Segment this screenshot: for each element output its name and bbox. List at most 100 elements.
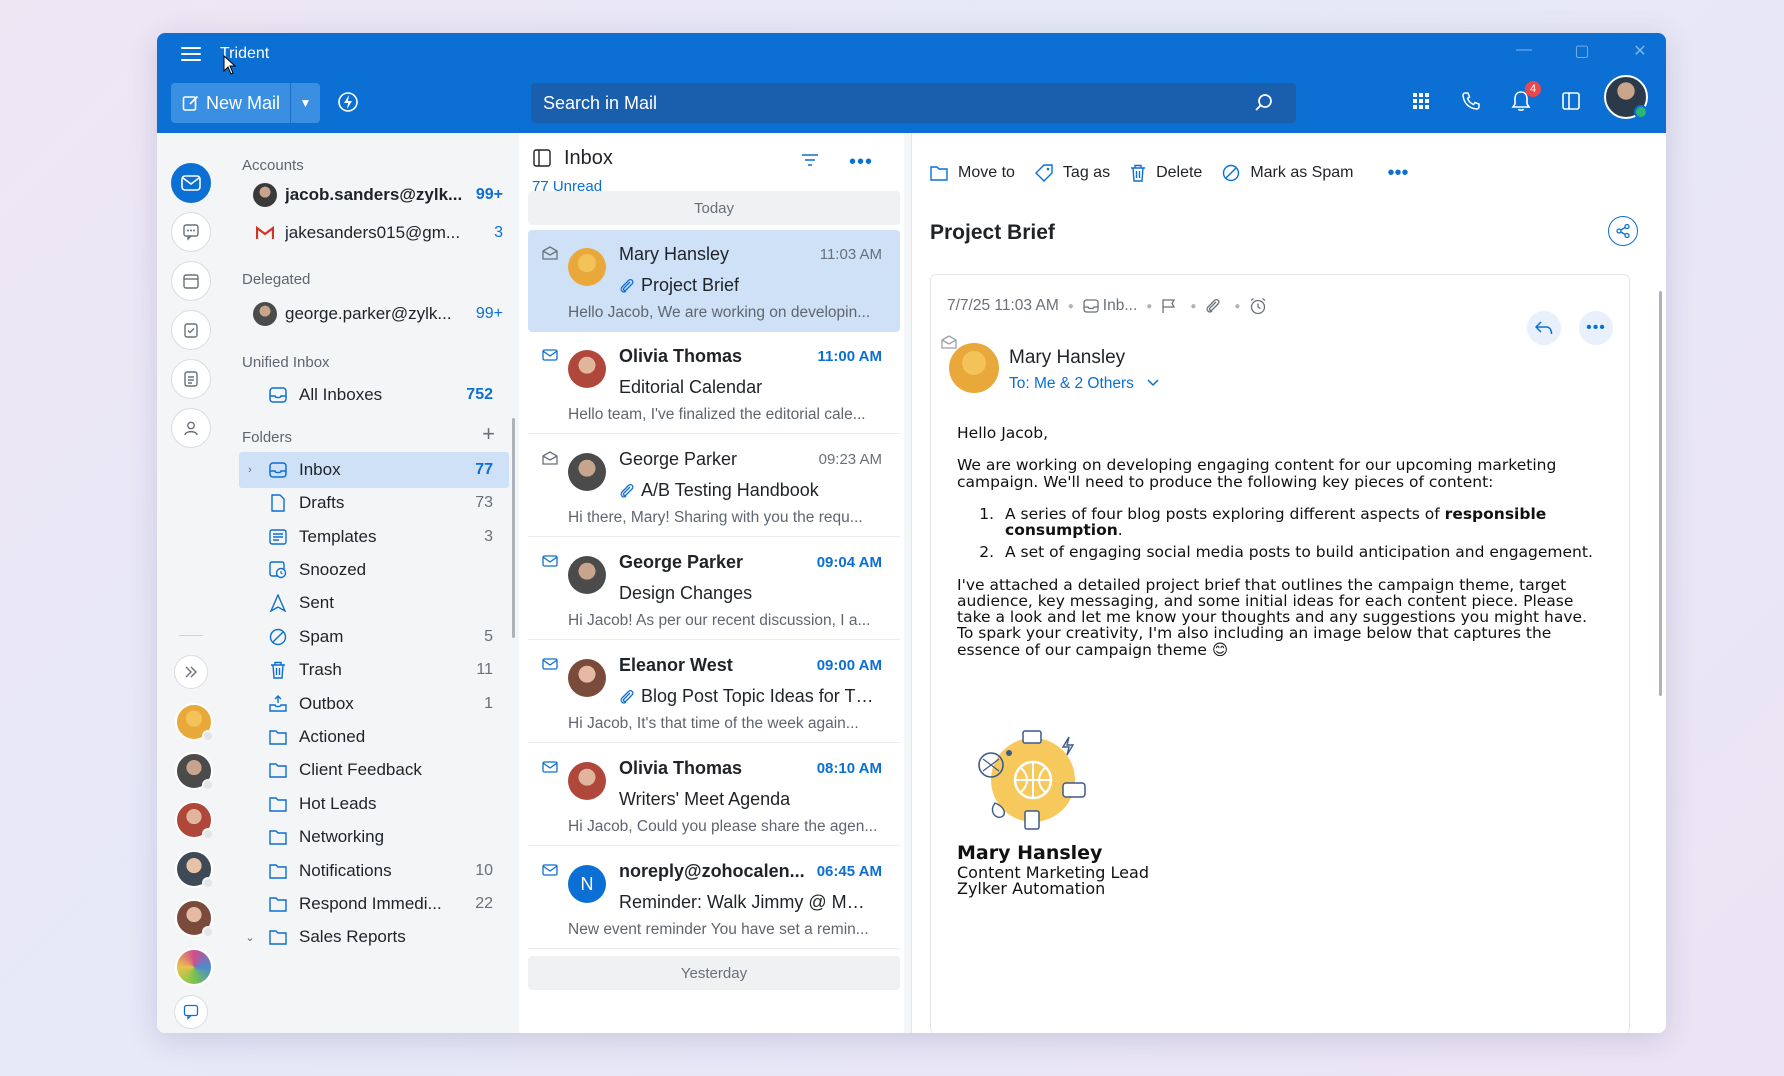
envelope-open-icon[interactable] [542,246,558,265]
message-sender: Mary Hansley [619,244,730,264]
folder-sent[interactable]: Sent [239,585,509,621]
delete-button[interactable]: Delete [1130,164,1202,182]
folder-client-feedback[interactable]: Client Feedback [239,752,509,788]
message-subject: A/B Testing Handbook [619,480,874,501]
expand-chevron-icon[interactable]: › [239,464,261,476]
folder-networking[interactable]: Networking [239,819,509,855]
move-to-button[interactable]: Move to [930,164,1015,182]
profile-avatar[interactable] [1604,75,1648,119]
contact-avatar[interactable] [175,948,213,986]
chat-app-icon[interactable] [171,212,211,252]
collapse-pane-icon[interactable] [533,149,551,172]
mark-as-spam-button[interactable]: Mark as Spam [1222,164,1353,182]
filter-icon[interactable] [801,153,819,172]
message-more-button[interactable]: ••• [1579,311,1613,345]
recipients-toggle[interactable]: To: Me & 2 Others [1009,375,1160,393]
apps-grid-icon[interactable] [1407,87,1435,115]
tasks-app-icon[interactable] [171,310,211,350]
folder-notifications[interactable]: Notifications 10 [239,853,509,889]
window-controls: — ▢ ✕ [1512,41,1652,61]
folder-all-inboxes[interactable]: All Inboxes 752 [239,377,509,413]
message-list: Inbox 77 Unread ••• Today Mary Hansley 1… [519,133,904,1033]
sender-name[interactable]: Mary Hansley [1009,347,1125,369]
folder-respond-immediately[interactable]: Respond Immedi... 22 [239,886,509,922]
mail-folder[interactable]: Inb... [1103,297,1137,315]
envelope-icon[interactable] [542,348,558,366]
folder-scrollbar[interactable] [512,418,515,638]
share-icon[interactable] [1608,216,1638,246]
sender-avatar[interactable] [949,343,999,393]
folder-name: Actioned [299,727,366,746]
contact-avatar[interactable] [175,703,214,742]
folder-trash[interactable]: Trash 11 [239,652,509,688]
contact-avatar[interactable] [175,752,214,791]
close-icon[interactable]: ✕ [1628,41,1652,61]
more-actions-icon[interactable]: ••• [1387,162,1408,185]
more-options-icon[interactable]: ••• [849,151,873,174]
attachment-icon[interactable] [1205,297,1221,315]
add-folder-icon[interactable]: + [482,421,495,447]
message-subject-text: Editorial Calendar [619,377,763,397]
folder-snoozed[interactable]: Snoozed [239,552,509,588]
contacts-app-icon[interactable] [171,408,211,448]
delegated-account-item[interactable]: george.parker@zylk... 99+ [253,299,503,329]
folder-sales-reports[interactable]: ⌄ Sales Reports [239,919,509,955]
campaign-illustration[interactable] [971,725,1091,835]
folder-icon [261,896,295,912]
contact-avatar[interactable] [175,899,214,938]
message-item[interactable]: Olivia Thomas 08:10 AM Writers' Meet Age… [528,744,900,846]
new-mail-button[interactable]: New Mail ▼ [171,83,320,123]
search-icon[interactable] [1254,93,1274,113]
rail-divider [179,635,203,636]
notifications-icon[interactable]: 4 [1507,81,1541,115]
reader-scrollbar[interactable] [1659,291,1662,696]
expand-rail-icon[interactable] [174,655,208,689]
folder-name: Hot Leads [299,794,377,813]
new-mail-dropdown[interactable]: ▼ [291,96,320,110]
minimize-icon[interactable]: — [1512,41,1536,61]
folder-outbox[interactable]: Outbox 1 [239,686,509,722]
search-input[interactable]: Search in Mail [531,83,1296,123]
contact-avatar[interactable] [175,850,214,889]
notes-app-icon[interactable] [171,359,211,399]
reply-button[interactable] [1527,311,1561,345]
folder-templates[interactable]: Templates 3 [239,519,509,555]
folder-inbox[interactable]: › Inbox 77 [239,452,509,488]
quick-actions-icon[interactable] [337,91,359,118]
online-status-dot [1634,105,1648,119]
feedback-icon[interactable] [174,995,208,1029]
expand-chevron-icon[interactable]: ⌄ [239,931,261,944]
message-item[interactable]: George Parker 09:04 AM Design Changes Hi… [528,538,900,640]
message-item[interactable]: N noreply@zohocalen... 06:45 AM Reminder… [528,847,900,949]
account-item[interactable]: jacob.sanders@zylk... 99+ [253,180,503,210]
flag-icon[interactable] [1161,298,1177,314]
folder-spam[interactable]: Spam 5 [239,619,509,655]
folder-count: 1 [484,695,493,712]
folder-drafts[interactable]: Drafts 73 [239,485,509,521]
tag-as-button[interactable]: Tag as [1034,164,1110,182]
envelope-icon[interactable] [542,554,558,572]
calendar-app-icon[interactable] [171,261,211,301]
message-item[interactable]: George Parker 09:23 AM A/B Testing Handb… [528,435,900,537]
account-item[interactable]: jakesanders015@gm... 3 [253,218,503,248]
mail-app-icon[interactable] [171,163,211,203]
envelope-icon[interactable] [542,657,558,675]
message-item[interactable]: Olivia Thomas 11:00 AM Editorial Calenda… [528,332,900,434]
reminder-alarm-icon[interactable] [1249,297,1267,315]
side-panel-icon[interactable] [1557,87,1585,115]
maximize-icon[interactable]: ▢ [1570,41,1594,61]
envelope-open-icon[interactable] [542,451,558,470]
mail-list-item-end: . [1117,521,1123,540]
contact-avatar[interactable] [175,801,214,840]
message-subject: Project Brief [619,275,874,296]
message-item[interactable]: Mary Hansley 11:03 AM Project Brief Hell… [528,230,900,332]
message-item[interactable]: Eleanor West 09:00 AM Blog Post Topic Id… [528,641,900,743]
folder-hot-leads[interactable]: Hot Leads [239,786,509,822]
message-sender: Olivia Thomas [619,758,743,778]
envelope-icon[interactable] [542,863,558,881]
folder-actioned[interactable]: Actioned [239,719,509,755]
envelope-icon[interactable] [542,760,558,778]
menu-icon[interactable] [181,47,201,61]
phone-icon[interactable] [1457,87,1485,115]
folder-icon [261,863,295,879]
